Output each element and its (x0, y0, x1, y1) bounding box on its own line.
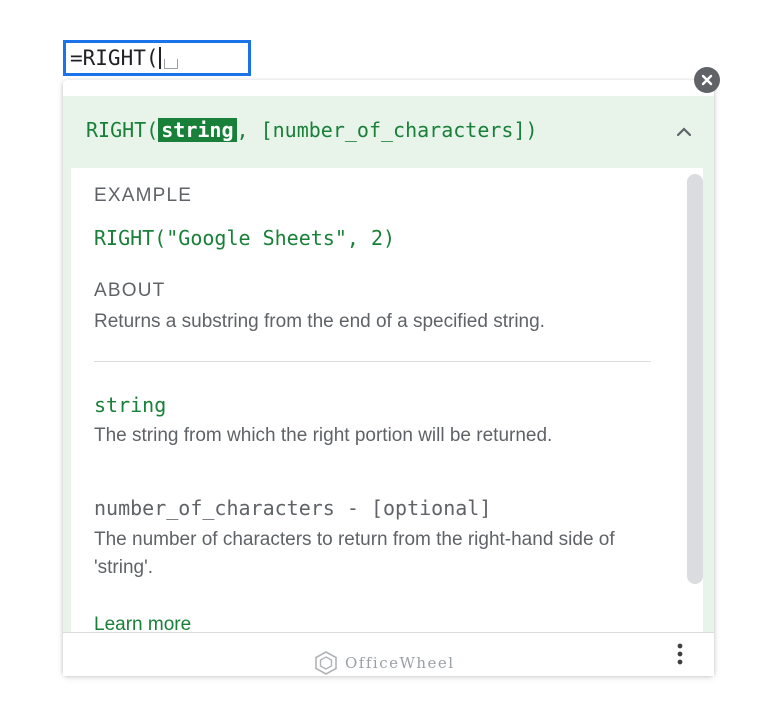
signature-function-name: RIGHT( (86, 118, 159, 142)
watermark: OfficeWheel (313, 649, 455, 677)
argument-description-number-of-characters: The number of characters to return from … (94, 529, 615, 578)
signature-rest: , [number_of_characters]) (236, 118, 538, 142)
formula-cell-input[interactable]: =RIGHT( (63, 40, 251, 76)
help-body-frame: EXAMPLE RIGHT("Google Sheets", 2) ABOUT … (63, 168, 714, 632)
close-icon[interactable] (694, 67, 720, 93)
learn-more-link[interactable]: Learn more (94, 614, 191, 632)
more-vert-icon[interactable] (667, 641, 693, 667)
function-signature-header[interactable]: RIGHT(string, [number_of_characters]) (63, 96, 714, 168)
scrollbar-thumb[interactable] (687, 174, 703, 584)
space-indicator (163, 59, 178, 69)
text-caret (158, 47, 161, 69)
about-text: Returns a substring from the end of a sp… (94, 311, 545, 332)
section-divider (94, 361, 651, 362)
chevron-up-icon[interactable] (673, 121, 695, 143)
officewheel-logo-icon (315, 651, 337, 675)
about-label: ABOUT (94, 280, 166, 301)
argument-name-string: string (94, 393, 167, 417)
argument-name-number-of-characters: number_of_characters - [optional] (94, 496, 492, 520)
example-code: RIGHT("Google Sheets", 2) (94, 226, 396, 250)
example-label: EXAMPLE (94, 185, 193, 206)
argument-description-string: The string from which the right portion … (94, 425, 553, 446)
function-signature: RIGHT(string, [number_of_characters]) (86, 112, 538, 148)
signature-active-argument: string (158, 118, 237, 142)
help-body[interactable]: EXAMPLE RIGHT("Google Sheets", 2) ABOUT … (71, 168, 703, 632)
function-help-panel: RIGHT(string, [number_of_characters]) EX… (63, 80, 714, 676)
help-footer: OfficeWheel (63, 632, 714, 676)
watermark-text: OfficeWheel (345, 654, 455, 672)
formula-text: =RIGHT( (70, 46, 159, 70)
